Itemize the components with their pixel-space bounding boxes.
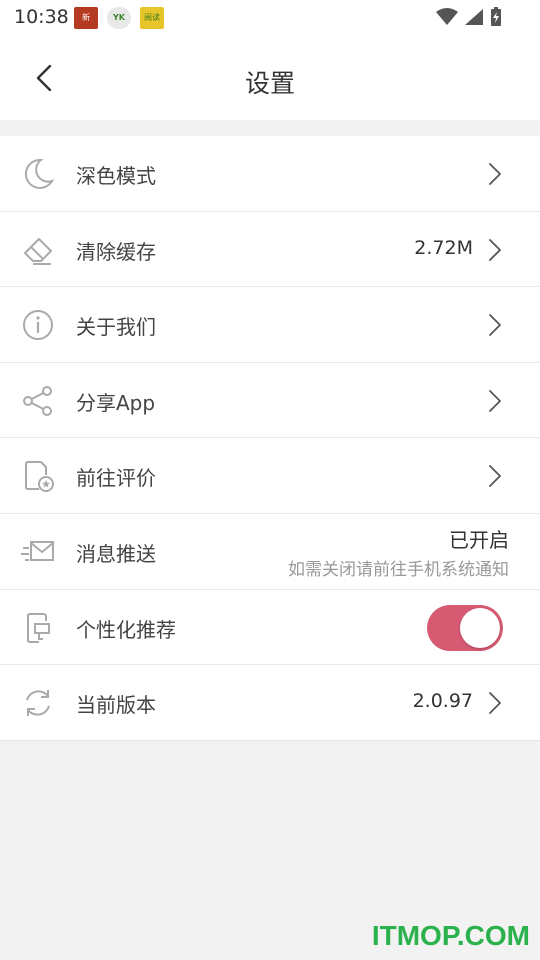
toggle-knob [460, 607, 500, 648]
status-time: 10:38 [14, 6, 69, 28]
news-app-icon: 新 [74, 7, 98, 29]
eraser-icon [20, 232, 56, 268]
chevron-right-icon [489, 314, 501, 337]
status-icons [436, 7, 502, 27]
personalized-recommendation-toggle[interactable] [427, 604, 503, 651]
phone-recommend-icon [20, 610, 56, 646]
clear-cache-label: 清除缓存 [76, 239, 156, 264]
cache-size-value: 2.72M [414, 236, 473, 259]
chevron-right-icon [489, 389, 501, 412]
push-hint-text: 如需关闭请前往手机系统通知 [288, 559, 509, 580]
status-bar: 10:38 新 YK 阅读 [0, 0, 540, 38]
reading-app-icon: 阅读 [140, 7, 164, 29]
watermark-logo: ITMOP.COM [371, 920, 530, 951]
signal-icon [465, 9, 483, 25]
battery-icon [491, 7, 501, 26]
about-us-item[interactable]: 关于我们 [0, 287, 540, 363]
moon-icon [20, 156, 56, 192]
dark-mode-item[interactable]: 深色模式 [0, 136, 540, 212]
about-us-label: 关于我们 [76, 315, 156, 340]
current-version-item[interactable]: 当前版本 2.0.97 [0, 665, 540, 741]
sync-icon [20, 685, 56, 721]
rating-icon [20, 458, 56, 494]
share-app-label: 分享App [76, 390, 156, 415]
chevron-right-icon [489, 238, 501, 261]
share-app-item[interactable]: 分享App [0, 363, 540, 439]
chevron-right-icon [489, 465, 501, 488]
current-version-label: 当前版本 [76, 693, 156, 718]
push-notification-item[interactable]: 消息推送 已开启 如需关闭请前往手机系统通知 [0, 514, 540, 590]
info-icon [20, 307, 56, 343]
dark-mode-label: 深色模式 [76, 164, 156, 188]
push-notification-label: 消息推送 [76, 541, 156, 566]
share-icon [20, 383, 56, 419]
message-icon [20, 534, 56, 570]
clear-cache-item[interactable]: 清除缓存 2.72M [0, 212, 540, 288]
version-value: 2.0.97 [412, 690, 473, 713]
chevron-right-icon [489, 163, 501, 185]
wifi-icon [436, 8, 458, 25]
personalized-recommendation-item: 个性化推荐 [0, 590, 540, 666]
rate-app-item[interactable]: 前往评价 [0, 438, 540, 514]
rate-app-label: 前往评价 [76, 466, 156, 491]
push-status-text: 已开启 [449, 527, 509, 552]
yk-app-icon: YK [107, 7, 131, 29]
personalized-recommendation-label: 个性化推荐 [76, 617, 176, 642]
settings-list: 深色模式 清除缓存 2.72M 关于我们 分享App 前往评价 消息推送 已开启… [0, 136, 540, 741]
chevron-right-icon [489, 692, 501, 715]
header: 设置 [0, 38, 540, 120]
page-title: 设置 [244, 69, 295, 98]
